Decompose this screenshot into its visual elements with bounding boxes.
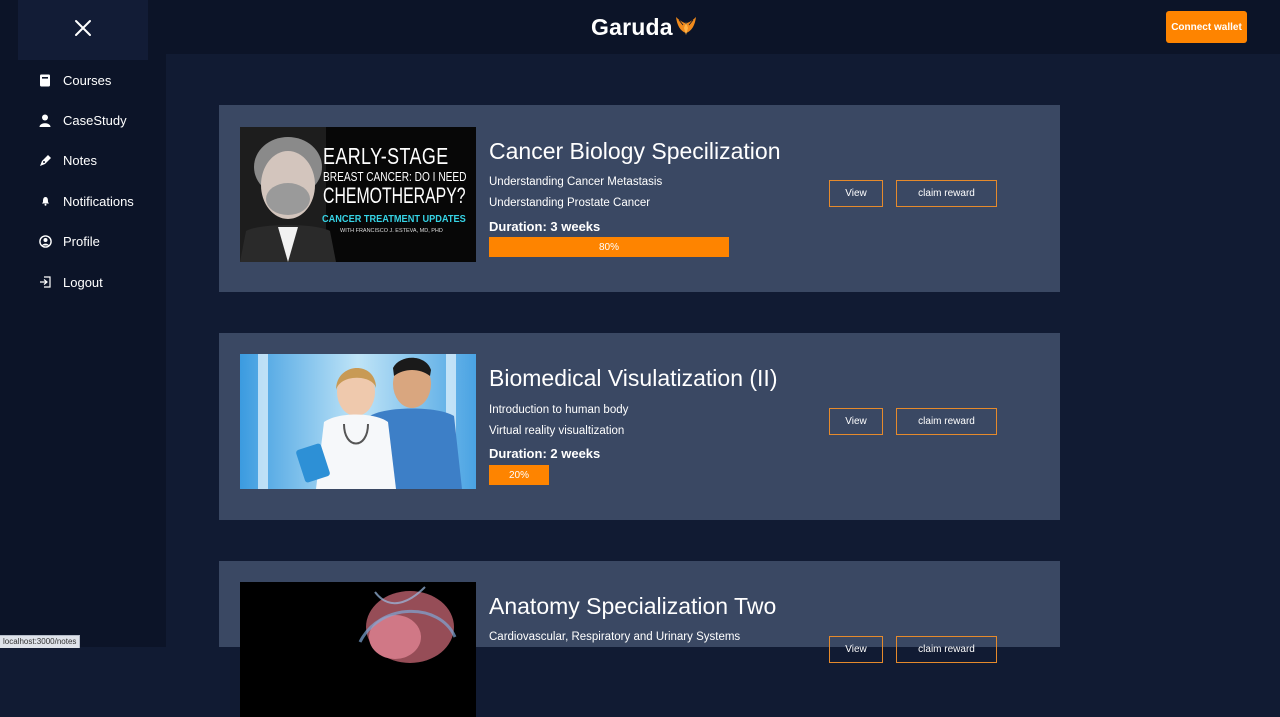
thumb-headline-1: EARLY-STAGE bbox=[323, 143, 449, 169]
claim-reward-button[interactable]: claim reward bbox=[896, 408, 997, 435]
course-topic: Understanding Prostate Cancer bbox=[489, 197, 651, 209]
course-topic: Understanding Cancer Metastasis bbox=[489, 176, 663, 188]
course-card: EARLY-STAGE BREAST CANCER: DO I NEED CHE… bbox=[219, 105, 1060, 292]
sidebar-item-label: CaseStudy bbox=[63, 112, 127, 128]
sidebar-item-notifications[interactable]: Notifications bbox=[38, 190, 134, 212]
course-thumbnail bbox=[240, 582, 476, 717]
course-thumbnail bbox=[240, 354, 476, 489]
thumb-headline-3: CHEMOTHERAPY? bbox=[323, 183, 466, 208]
book-icon bbox=[38, 73, 52, 87]
sidebar-item-label: Profile bbox=[63, 233, 100, 249]
claim-reward-button[interactable]: claim reward bbox=[896, 636, 997, 663]
claim-reward-button[interactable]: claim reward bbox=[896, 180, 997, 207]
progress-fill: 80% bbox=[489, 237, 729, 257]
sidebar-item-profile[interactable]: Profile bbox=[38, 230, 100, 252]
brand-logo[interactable]: Garuda bbox=[591, 12, 698, 42]
sidebar-item-casestudy[interactable]: CaseStudy bbox=[38, 109, 127, 131]
sidebar-item-label: Notifications bbox=[63, 193, 134, 209]
pen-icon bbox=[38, 153, 52, 167]
profile-icon bbox=[38, 234, 52, 248]
sidebar: Courses CaseStudy Notes Notifications Pr… bbox=[0, 54, 166, 647]
course-title: Cancer Biology Specilization bbox=[489, 138, 781, 164]
thumb-byline: WITH FRANCISCO J. ESTEVA, MD, PHD bbox=[340, 228, 443, 234]
course-topic: Introduction to human body bbox=[489, 404, 629, 416]
sidebar-item-label: Logout bbox=[63, 274, 103, 290]
sidebar-item-label: Courses bbox=[63, 72, 112, 88]
course-topic: Cardiovascular, Respiratory and Urinary … bbox=[489, 631, 741, 643]
user-icon bbox=[38, 113, 52, 127]
course-duration: Duration: 3 weeks bbox=[489, 219, 601, 234]
sidebar-item-label: Notes bbox=[63, 152, 97, 168]
course-duration: Duration: 2 weeks bbox=[489, 446, 601, 461]
sidebar-item-courses[interactable]: Courses bbox=[38, 69, 111, 91]
course-card: Biomedical Visulatization (II) Introduct… bbox=[219, 333, 1060, 520]
view-button[interactable]: View bbox=[829, 636, 883, 663]
course-title: Biomedical Visulatization (II) bbox=[489, 365, 778, 391]
view-button[interactable]: View bbox=[829, 408, 883, 435]
course-card: Anatomy Specialization Two Cardiovascula… bbox=[219, 561, 1060, 717]
bell-icon bbox=[38, 194, 52, 208]
close-icon bbox=[74, 19, 92, 42]
sidebar-item-logout[interactable]: Logout bbox=[38, 271, 103, 293]
medical-staff-image bbox=[240, 354, 476, 489]
course-topic: Virtual reality visualtization bbox=[489, 425, 625, 437]
logout-icon bbox=[38, 275, 52, 289]
anatomy-heart-image bbox=[240, 582, 476, 717]
close-sidebar-button[interactable] bbox=[18, 0, 148, 60]
view-button[interactable]: View bbox=[829, 180, 883, 207]
connect-wallet-button[interactable]: Connect wallet bbox=[1166, 11, 1247, 43]
progress-bar: 20% bbox=[489, 465, 729, 485]
status-bar-url: localhost:3000/notes bbox=[0, 635, 81, 648]
sidebar-item-notes[interactable]: Notes bbox=[38, 149, 97, 171]
progress-bar: 80% bbox=[489, 237, 729, 257]
brand-name: Garuda bbox=[591, 13, 673, 40]
thumb-series: CANCER TREATMENT UPDATES bbox=[322, 214, 466, 225]
wings-logo-icon bbox=[674, 13, 698, 42]
thumb-headline-2: BREAST CANCER: DO I NEED bbox=[323, 169, 467, 184]
course-title: Anatomy Specialization Two bbox=[489, 593, 777, 619]
course-thumbnail: EARLY-STAGE BREAST CANCER: DO I NEED CHE… bbox=[240, 127, 476, 262]
progress-fill: 20% bbox=[489, 465, 549, 485]
